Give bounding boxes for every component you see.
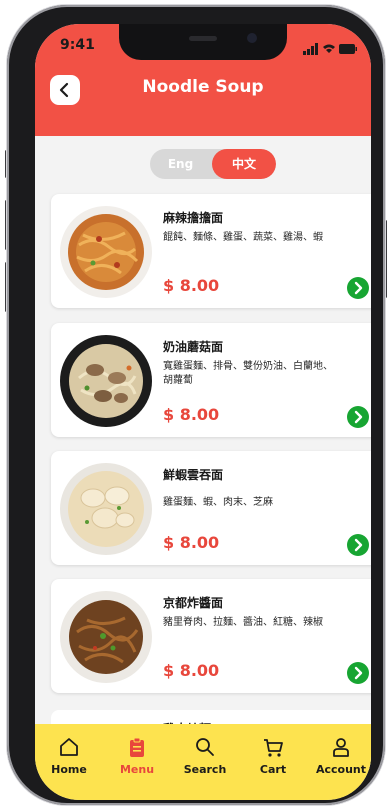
chevron-right-icon — [354, 666, 363, 680]
language-toggle[interactable]: Eng 中文 — [150, 149, 276, 179]
menu-item-card[interactable]: 京都炸醬面 豬里脊肉、拉麵、醬油、紅糖、辣椒 $ 8.00 — [51, 579, 371, 693]
search-icon — [196, 738, 214, 756]
item-price: $ 8.00 — [163, 533, 220, 552]
item-price: $ 8.00 — [163, 405, 220, 424]
app-mockup: 9:41 Noodle Soup Eng 中文 麻辣擔擔面 餛飩、麵條、雞蛋、蔬… — [0, 0, 392, 810]
nav-label: Menu — [119, 763, 155, 776]
dish-image-zhajiang-noodles — [60, 591, 152, 683]
nav-cart[interactable]: Cart — [241, 736, 305, 786]
chevron-right-icon — [354, 281, 363, 295]
speaker-grille — [189, 36, 217, 41]
item-description: 餛飩、麵條、雞蛋、蔬菜、雞湯、蝦 — [163, 232, 323, 243]
page-title: Noodle Soup — [142, 77, 264, 97]
dish-image-mushroom-noodles — [60, 335, 152, 427]
dish-image-spicy-noodles — [60, 206, 152, 298]
item-description: 雞蛋麵、蝦、肉末、芝麻 — [163, 497, 273, 508]
menu-item-card[interactable]: 奶油蘑菇面 寬雞蛋麵、排骨、雙份奶油、白蘭地、胡蘿蔔 $ 8.00 — [51, 323, 371, 437]
bottom-navigation: Home Menu Search Cart Account — [35, 724, 371, 800]
item-description: 寬雞蛋麵、排骨、雙份奶油、白蘭地、胡蘿蔔 — [163, 361, 333, 386]
status-time: 9:41 — [60, 37, 95, 53]
nav-home[interactable]: Home — [37, 736, 101, 786]
view-item-button[interactable] — [347, 406, 369, 428]
lang-option-eng[interactable]: Eng — [150, 149, 211, 179]
dish-image-wonton-noodles — [60, 463, 152, 555]
chevron-right-icon — [354, 538, 363, 552]
person-icon — [333, 738, 349, 757]
nav-account[interactable]: Account — [309, 736, 371, 786]
item-name: 京都炸醬面 — [163, 596, 224, 610]
nav-label: Account — [315, 763, 367, 776]
nav-label: Cart — [259, 763, 287, 776]
camera-notch — [119, 24, 287, 60]
home-icon — [60, 738, 78, 756]
menu-item-card[interactable]: 麻辣擔擔面 餛飩、麵條、雞蛋、蔬菜、雞湯、蝦 $ 8.00 — [51, 194, 371, 308]
item-name: 奶油蘑菇面 — [163, 340, 224, 354]
view-item-button[interactable] — [347, 277, 369, 299]
cart-icon — [264, 739, 283, 757]
status-icons — [303, 40, 357, 55]
nav-search[interactable]: Search — [173, 736, 237, 786]
item-description: 豬里脊肉、拉麵、醬油、紅糖、辣椒 — [163, 617, 323, 628]
item-price: $ 8.00 — [163, 276, 220, 295]
phone-frame: 9:41 Noodle Soup Eng 中文 麻辣擔擔面 餛飩、麵條、雞蛋、蔬… — [7, 5, 385, 805]
header-bar: 9:41 Noodle Soup — [35, 24, 371, 136]
signal-icon — [303, 43, 357, 55]
nav-label: Home — [51, 763, 87, 776]
item-name: 麻辣擔擔面 — [163, 211, 224, 225]
clipboard-icon — [130, 737, 144, 757]
item-price: $ 8.00 — [163, 661, 220, 680]
menu-item-card[interactable]: 鮮蝦雲吞面 雞蛋麵、蝦、肉末、芝麻 $ 8.00 — [51, 451, 371, 565]
item-name: 鮮蝦雲吞面 — [163, 468, 224, 482]
app-screen: 9:41 Noodle Soup Eng 中文 麻辣擔擔面 餛飩、麵條、雞蛋、蔬… — [35, 24, 371, 800]
view-item-button[interactable] — [347, 662, 369, 684]
chevron-right-icon — [354, 410, 363, 424]
front-camera — [247, 33, 257, 43]
view-item-button[interactable] — [347, 534, 369, 556]
lang-option-zh[interactable]: 中文 — [212, 149, 276, 179]
nav-label: Search — [183, 763, 227, 776]
nav-menu[interactable]: Menu — [105, 736, 169, 786]
